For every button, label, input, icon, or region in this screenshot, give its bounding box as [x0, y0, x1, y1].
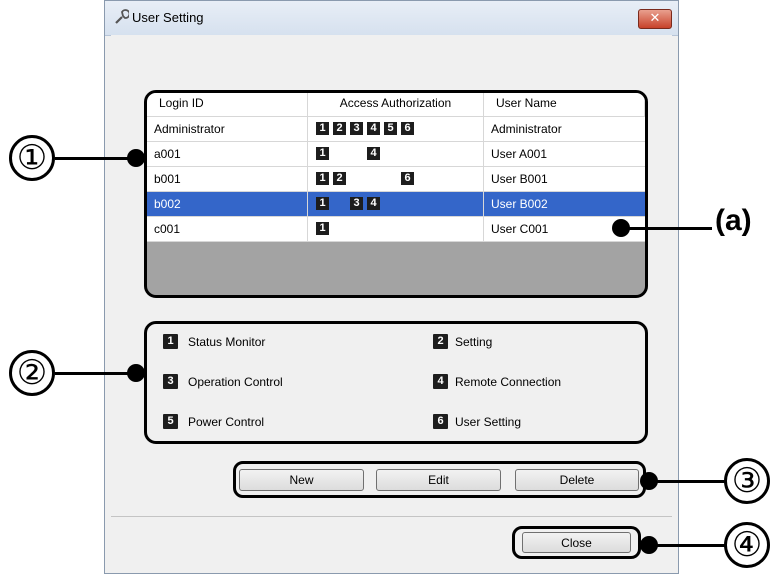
window-close-button[interactable]: ✕ — [638, 9, 672, 29]
cell-user-name: Administrator — [491, 122, 562, 136]
cell-login-id: b002 — [147, 192, 308, 216]
legend-label: Operation Control — [188, 374, 283, 389]
access-badge: 1 — [315, 146, 330, 161]
cell-access-authorization: 1 — [308, 217, 484, 241]
callout-a-label: (a) — [715, 204, 752, 237]
title-bar: User Setting ✕ — [105, 1, 678, 36]
callout-2-dot — [127, 364, 145, 382]
header-access-authorization[interactable]: Access Authorization — [308, 93, 484, 116]
user-table: Login ID Access Authorization User Name … — [144, 90, 648, 298]
access-badge: 3 — [349, 196, 364, 211]
access-badge: 1 — [315, 221, 330, 236]
access-badge: 1 — [315, 196, 330, 211]
edit-button[interactable]: Edit — [376, 469, 501, 491]
legend-label: User Setting — [455, 414, 522, 429]
callout-1: ① — [9, 135, 55, 181]
divider — [111, 516, 672, 517]
legend-label: Status Monitor — [188, 334, 266, 349]
table-row[interactable]: Administrator 1 2 3 4 5 6 Administrator — [147, 117, 645, 142]
access-badge: 3 — [349, 121, 364, 136]
access-badge: 6 — [400, 171, 415, 186]
legend-item: 5 Power Control — [163, 414, 264, 429]
access-badge: 1 — [315, 121, 330, 136]
callout-1-dot — [127, 149, 145, 167]
legend-item: 3 Operation Control — [163, 374, 283, 389]
access-badge: 4 — [366, 146, 381, 161]
legend-label: Remote Connection — [455, 374, 562, 389]
cell-login-id: Administrator — [147, 117, 308, 141]
action-button-group: New Edit Delete — [233, 461, 646, 498]
access-badge: 5 — [383, 121, 398, 136]
table-row[interactable]: b001 1 2 6 User B001 — [147, 167, 645, 192]
legend-number: 5 — [163, 414, 178, 429]
legend-number: 3 — [163, 374, 178, 389]
legend-number: 4 — [433, 374, 448, 389]
cell-login-id: b001 — [147, 167, 308, 191]
access-legend: 1 Status Monitor 2 Setting 3 Operation C… — [144, 321, 648, 444]
legend-item: 6 User Setting — [433, 414, 521, 429]
window-title: User Setting — [132, 10, 204, 25]
cell-user-name: User B001 — [491, 172, 548, 186]
callout-3: ③ — [724, 458, 770, 504]
cell-access-authorization: 1 34 — [308, 192, 484, 216]
callout-a-connector — [622, 227, 712, 230]
legend-number: 6 — [433, 414, 448, 429]
legend-number: 1 — [163, 334, 178, 349]
cell-access-authorization: 123456 — [308, 117, 484, 141]
legend-label: Setting — [455, 334, 493, 349]
table-row[interactable]: b002 1 3 4 User B002 — [147, 192, 645, 217]
callout-2: ② — [9, 350, 55, 396]
legend-item: 1 Status Monitor — [163, 334, 265, 349]
cell-access-authorization: 14 — [308, 142, 484, 166]
delete-button[interactable]: Delete — [515, 469, 639, 491]
callout-3-connector — [650, 480, 728, 483]
cell-user-name: User A001 — [491, 147, 548, 161]
table-row[interactable]: a001 1 4 User A001 — [147, 142, 645, 167]
cell-user-name: User B002 — [491, 197, 548, 211]
callout-1-connector — [55, 157, 135, 160]
close-button[interactable]: Close — [522, 532, 631, 553]
wrench-icon — [115, 9, 129, 24]
access-badge: 1 — [315, 171, 330, 186]
access-badge: 4 — [366, 121, 381, 136]
cell-access-authorization: 12 6 — [308, 167, 484, 191]
callout-4: ④ — [724, 522, 770, 568]
new-button[interactable]: New — [239, 469, 364, 491]
cell-login-id: a001 — [147, 142, 308, 166]
header-login-id[interactable]: Login ID — [147, 93, 308, 116]
callout-2-connector — [55, 372, 135, 375]
legend-label: Power Control — [188, 414, 265, 429]
access-badge: 2 — [332, 171, 347, 186]
cell-login-id: c001 — [147, 217, 308, 241]
table-row[interactable]: c001 1 User C001 — [147, 217, 645, 242]
legend-item: 4 Remote Connection — [433, 374, 561, 389]
callout-4-connector — [650, 544, 728, 547]
table-header: Login ID Access Authorization User Name — [147, 93, 645, 117]
legend-number: 2 — [433, 334, 448, 349]
legend-item: 2 Setting — [433, 334, 492, 349]
close-button-outline: Close — [512, 526, 641, 559]
access-badge: 6 — [400, 121, 415, 136]
header-user-name[interactable]: User Name — [484, 93, 645, 116]
access-badge: 2 — [332, 121, 347, 136]
access-badge: 4 — [366, 196, 381, 211]
